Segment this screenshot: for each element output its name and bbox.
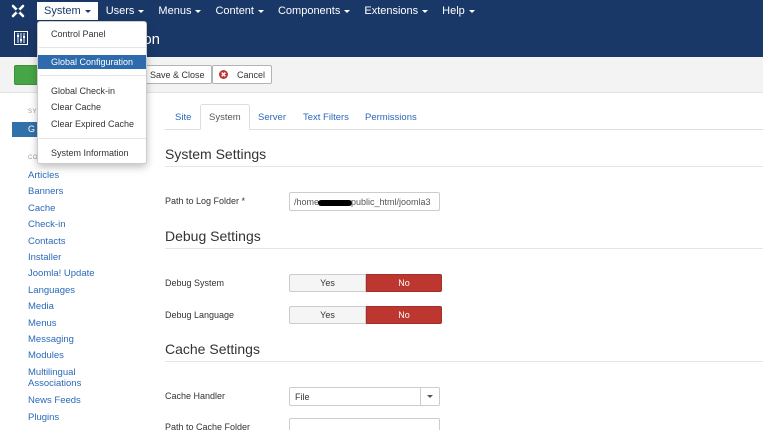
chevron-down-icon bbox=[84, 9, 91, 13]
cancel-button-label: Cancel bbox=[237, 69, 266, 80]
nav-components[interactable]: Components bbox=[271, 0, 357, 22]
nav-users-label: Users bbox=[105, 5, 135, 17]
chevron-down-icon bbox=[195, 9, 202, 13]
sidebar-item-contacts[interactable]: Contacts bbox=[28, 236, 66, 247]
nav-menus[interactable]: Menus bbox=[151, 0, 208, 22]
menu-item-global-check-in[interactable]: Global Check-in bbox=[38, 84, 146, 98]
sidebar-item-banners[interactable]: Banners bbox=[28, 186, 63, 197]
sidebar-item-news-feeds[interactable]: News Feeds bbox=[28, 395, 81, 406]
cache-handler-value: File bbox=[295, 392, 310, 402]
debug-language-label: Debug Language bbox=[165, 310, 235, 320]
redaction-mark bbox=[318, 199, 353, 206]
menu-divider bbox=[39, 47, 146, 48]
log-path-label: Path to Log Folder * bbox=[165, 196, 246, 206]
chevron-down-icon bbox=[257, 9, 264, 13]
cache-handler-select[interactable]: File bbox=[289, 387, 440, 406]
cache-settings-heading: Cache Settings bbox=[165, 341, 260, 357]
nav-system-label: System bbox=[44, 5, 81, 17]
save-close-button[interactable]: Save & Close bbox=[143, 65, 212, 84]
tab-server[interactable]: Server bbox=[250, 104, 294, 130]
chevron-down-icon bbox=[468, 9, 475, 13]
sidebar-item-menus[interactable]: Menus bbox=[28, 318, 57, 329]
menu-item-control-panel[interactable]: Control Panel bbox=[38, 27, 146, 41]
sidebar-item-modules[interactable]: Modules bbox=[28, 350, 64, 361]
sidebar-item-cache[interactable]: Cache bbox=[28, 203, 55, 214]
sidebar-item-installer[interactable]: Installer bbox=[28, 252, 61, 263]
cache-handler-label: Cache Handler bbox=[165, 391, 226, 401]
cache-path-input[interactable] bbox=[289, 418, 440, 430]
log-path-suffix: public_html/joomla3 bbox=[351, 197, 431, 207]
log-path-prefix: /home bbox=[294, 197, 320, 207]
menu-divider bbox=[39, 75, 146, 76]
debug-system-label: Debug System bbox=[165, 278, 225, 288]
nav-help[interactable]: Help bbox=[435, 0, 482, 22]
sidebar-item-messaging[interactable]: Messaging bbox=[28, 334, 74, 345]
cache-path-label: Path to Cache Folder bbox=[165, 422, 251, 430]
sidebar-item-media[interactable]: Media bbox=[28, 301, 54, 312]
tab-text-filters[interactable]: Text Filters bbox=[295, 104, 357, 130]
debug-system-yes[interactable]: Yes bbox=[289, 274, 366, 292]
debug-settings-heading: Debug Settings bbox=[165, 228, 261, 244]
nav-users[interactable]: Users bbox=[99, 0, 152, 22]
log-path-input[interactable]: /home public_html/joomla3 bbox=[289, 192, 440, 211]
sidebar-item-languages[interactable]: Languages bbox=[28, 285, 75, 296]
debug-system-toggle: Yes No bbox=[289, 274, 442, 292]
tab-system[interactable]: System bbox=[200, 104, 250, 130]
close-icon: ✖ bbox=[219, 70, 228, 79]
system-dropdown-menu: Control Panel Global Configuration Globa… bbox=[37, 21, 147, 164]
chevron-down-icon bbox=[138, 9, 145, 13]
chevron-down-icon bbox=[344, 9, 351, 13]
debug-system-no[interactable]: No bbox=[366, 274, 442, 292]
menu-item-system-information[interactable]: System Information bbox=[38, 146, 146, 160]
chevron-down-icon bbox=[422, 9, 429, 13]
nav-menus-label: Menus bbox=[158, 5, 192, 17]
nav-system[interactable]: System bbox=[36, 1, 99, 21]
menu-item-global-configuration[interactable]: Global Configuration bbox=[38, 55, 146, 69]
sidebar-item-plugins[interactable]: Plugins bbox=[28, 412, 59, 423]
section-divider bbox=[165, 361, 763, 362]
sidebar-item-joomla-update[interactable]: Joomla! Update bbox=[28, 268, 95, 279]
nav-extensions-label: Extensions bbox=[364, 5, 419, 17]
chevron-down-icon bbox=[420, 388, 439, 405]
sidebar-item-articles[interactable]: Articles bbox=[28, 170, 59, 181]
sidebar-item-check-in[interactable]: Check-in bbox=[28, 219, 66, 230]
equalizer-icon bbox=[14, 31, 28, 45]
system-settings-heading: System Settings bbox=[165, 146, 267, 162]
sidebar-system-heading: SY bbox=[28, 109, 38, 115]
nav-content-label: Content bbox=[215, 5, 254, 17]
menu-item-clear-expired-cache[interactable]: Clear Expired Cache bbox=[38, 117, 146, 131]
sidebar-item-multilingual-associations[interactable]: Multilingual Associations bbox=[28, 367, 118, 389]
section-divider bbox=[165, 248, 763, 249]
save-button[interactable] bbox=[14, 65, 39, 85]
tab-permissions[interactable]: Permissions bbox=[357, 104, 425, 130]
menu-divider bbox=[39, 138, 146, 139]
joomla-logo-icon[interactable] bbox=[0, 0, 36, 22]
cancel-button[interactable]: ✖ Cancel bbox=[212, 65, 273, 84]
menu-item-clear-cache[interactable]: Clear Cache bbox=[38, 100, 146, 114]
debug-language-toggle: Yes No bbox=[289, 306, 442, 324]
debug-language-no[interactable]: No bbox=[366, 306, 442, 324]
nav-help-label: Help bbox=[442, 5, 465, 17]
section-divider bbox=[165, 166, 763, 167]
top-navbar: System Users Menus Content Components Ex… bbox=[0, 0, 763, 22]
nav-extensions[interactable]: Extensions bbox=[357, 0, 435, 22]
tab-site[interactable]: Site bbox=[167, 104, 199, 130]
config-tabs: Site System Server Text Filters Permissi… bbox=[165, 104, 763, 130]
nav-content[interactable]: Content bbox=[208, 0, 271, 22]
debug-language-yes[interactable]: Yes bbox=[289, 306, 366, 324]
nav-components-label: Components bbox=[277, 5, 341, 17]
